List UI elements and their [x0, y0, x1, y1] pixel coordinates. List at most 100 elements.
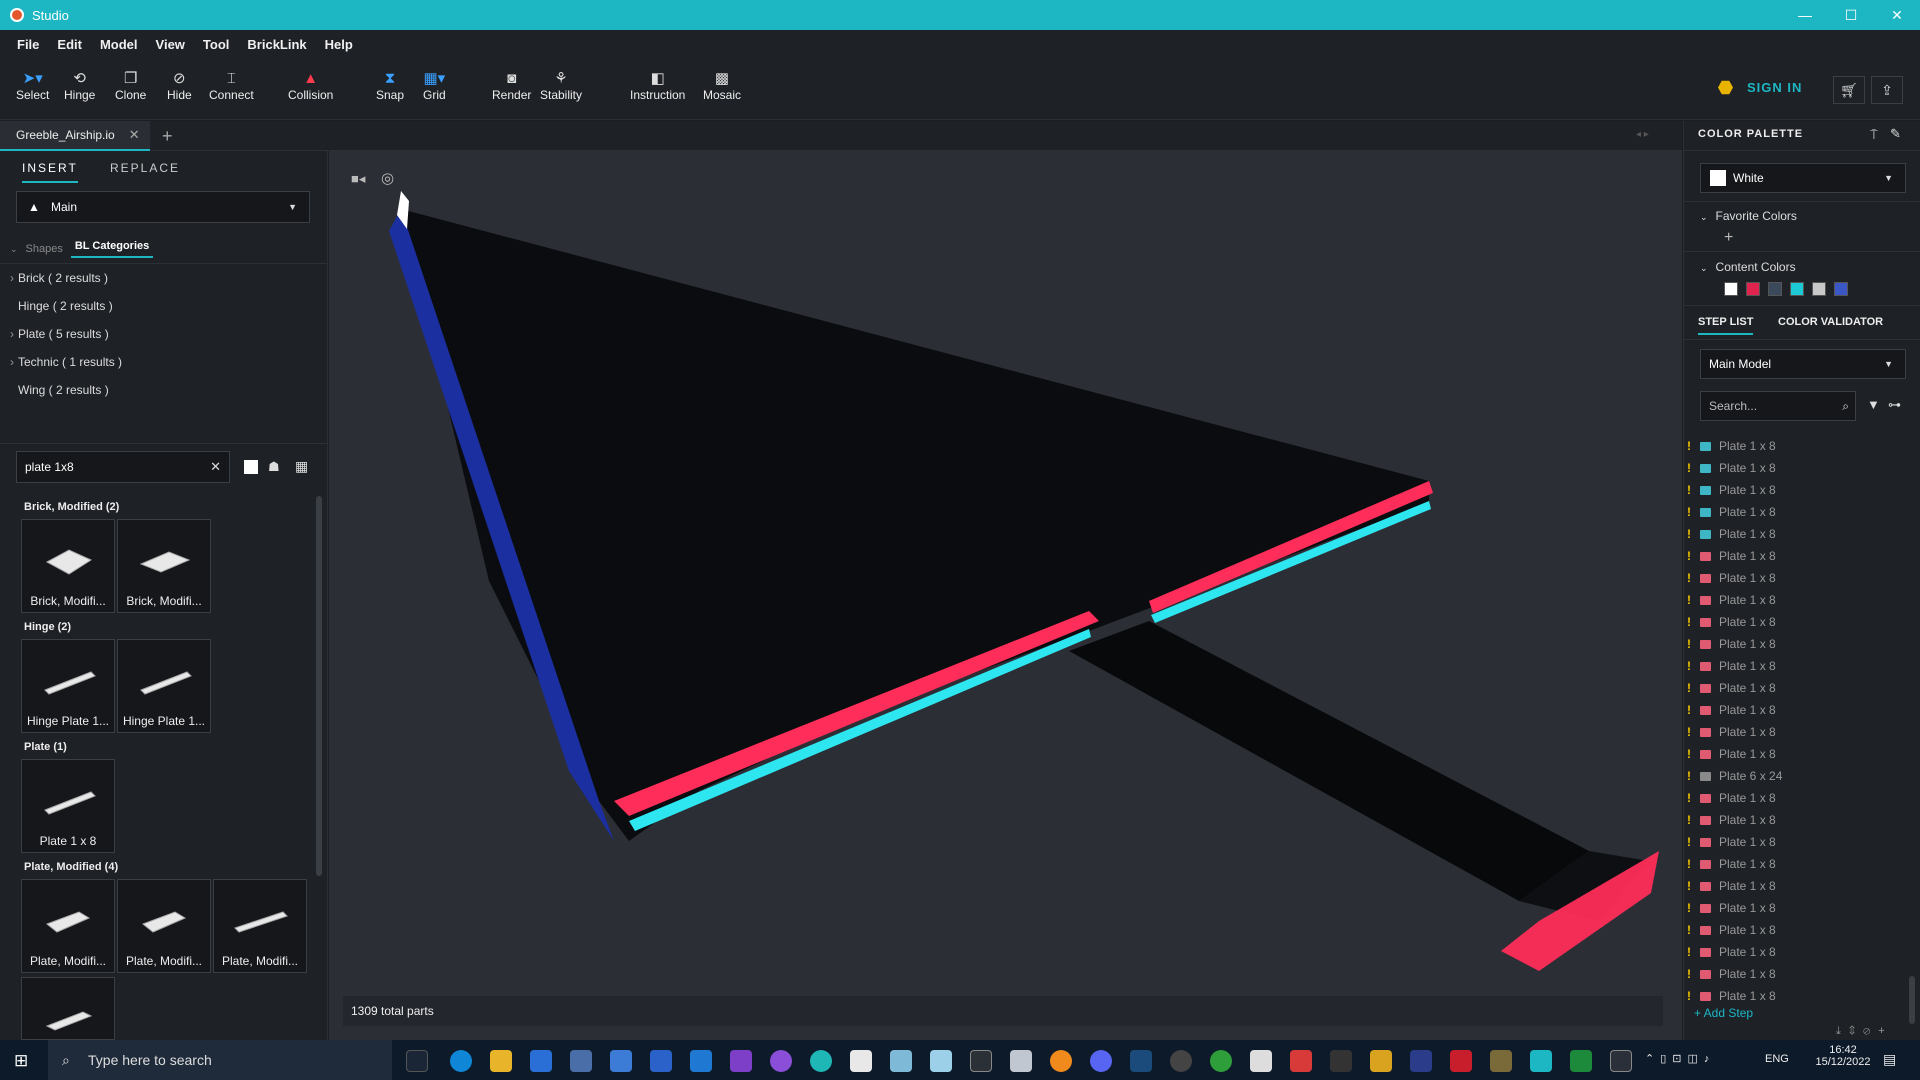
step-row[interactable]: ! Plate 1 x 8 [1684, 523, 1908, 545]
step-row[interactable]: ! Plate 1 x 8 [1684, 611, 1908, 633]
app-icon[interactable] [1290, 1050, 1312, 1072]
favorite-colors-header[interactable]: ⌄ Favorite Colors [1700, 209, 1797, 223]
taskbar-search-input[interactable]: ⌕ Type here to search [48, 1040, 392, 1080]
step-row[interactable]: ! Plate 1 x 8 [1684, 545, 1908, 567]
tab-step-list[interactable]: STEP LIST [1698, 316, 1754, 335]
app-icon[interactable] [1410, 1050, 1432, 1072]
app-icon[interactable] [650, 1050, 672, 1072]
add-favorite-icon[interactable]: + [1724, 229, 1733, 247]
app-icon[interactable] [570, 1050, 592, 1072]
edge-browser-icon[interactable] [450, 1050, 472, 1072]
close-tab-icon[interactable]: ✕ [129, 127, 140, 143]
tab-scroll-arrows-icon[interactable]: ◂ ▸ [1636, 129, 1649, 140]
app-icon[interactable] [1370, 1050, 1392, 1072]
minimize-button[interactable]: — [1782, 0, 1828, 30]
menu-help[interactable]: Help [325, 37, 353, 52]
language-indicator[interactable]: ENG [1765, 1053, 1789, 1065]
view-grid-icon[interactable]: ▦ [295, 458, 308, 475]
system-tray-icons[interactable]: ⌃▯⊡◫♪ [1645, 1052, 1715, 1065]
step-row[interactable]: ! Plate 1 x 8 [1684, 831, 1908, 853]
step-row[interactable]: ! Plate 1 x 8 [1684, 677, 1908, 699]
palette-select[interactable]: ▲ Main ▼ [16, 191, 310, 223]
collision-tool-button[interactable]: ▲ Collision [288, 70, 333, 102]
part-card[interactable]: Brick, Modifi... [117, 519, 211, 613]
part-card[interactable]: Plate 1 x 8 [21, 759, 115, 853]
vscode-icon[interactable] [690, 1050, 712, 1072]
clock[interactable]: 16:42 15/12/2022 [1808, 1044, 1878, 1068]
category-wing[interactable]: Wing ( 2 results ) [10, 383, 109, 397]
app-icon[interactable] [610, 1050, 632, 1072]
category-plate[interactable]: › Plate ( 5 results ) [10, 327, 109, 341]
app-icon[interactable] [1490, 1050, 1512, 1072]
step-row[interactable]: ! Plate 1 x 8 [1684, 963, 1908, 985]
content-color-swatch[interactable] [1768, 282, 1782, 296]
part-card[interactable]: Hinge Plate 1... [117, 639, 211, 733]
category-hinge[interactable]: Hinge ( 2 results ) [10, 299, 113, 313]
paint-roller-icon[interactable]: ⍑ [1870, 127, 1878, 143]
visual-studio-icon[interactable] [730, 1050, 752, 1072]
part-card[interactable]: Plate, Modifi... [213, 879, 307, 973]
app-icon[interactable] [1450, 1050, 1472, 1072]
content-color-swatch[interactable] [1746, 282, 1760, 296]
github-desktop-icon[interactable] [770, 1050, 792, 1072]
obs-icon[interactable] [1170, 1050, 1192, 1072]
step-row[interactable]: ! Plate 1 x 8 [1684, 435, 1908, 457]
stability-tool-button[interactable]: ⚘ Stability [540, 70, 582, 102]
tab-color-validator[interactable]: COLOR VALIDATOR [1778, 316, 1883, 328]
app-icon[interactable] [930, 1050, 952, 1072]
content-colors-header[interactable]: ⌄ Content Colors [1700, 260, 1796, 274]
step-row[interactable]: ! Plate 1 x 8 [1684, 875, 1908, 897]
add-tab-icon[interactable]: + [162, 126, 173, 147]
app-icon[interactable] [850, 1050, 872, 1072]
tab-replace[interactable]: REPLACE [110, 161, 180, 181]
blender-icon[interactable] [1050, 1050, 1072, 1072]
step-row[interactable]: ! Plate 1 x 8 [1684, 809, 1908, 831]
step-list-scrollbar[interactable] [1909, 976, 1915, 1024]
step-row[interactable]: ! Plate 1 x 8 [1684, 743, 1908, 765]
close-button[interactable]: ✕ [1874, 0, 1920, 30]
menu-model[interactable]: Model [100, 37, 138, 52]
category-technic[interactable]: › Technic ( 1 results ) [10, 355, 122, 369]
step-row[interactable]: ! Plate 1 x 8 [1684, 853, 1908, 875]
discord-icon[interactable] [1090, 1050, 1112, 1072]
part-card[interactable] [21, 977, 115, 1040]
grid-tool-button[interactable]: ▦▾ Grid [423, 70, 446, 102]
step-row[interactable]: ! Plate 1 x 8 [1684, 787, 1908, 809]
subtab-bl-categories[interactable]: BL Categories [70, 240, 154, 258]
unity-icon[interactable] [1250, 1050, 1272, 1072]
store-icon[interactable] [530, 1050, 552, 1072]
view-shape-icon[interactable]: ☗ [268, 459, 280, 475]
content-color-swatch[interactable] [1834, 282, 1848, 296]
arduino-icon[interactable] [810, 1050, 832, 1072]
menu-file[interactable]: File [17, 37, 39, 52]
instruction-tool-button[interactable]: ◧ Instruction [630, 70, 685, 102]
step-row[interactable]: ! Plate 1 x 8 [1684, 919, 1908, 941]
hide-tool-button[interactable]: ⊘ Hide [167, 70, 192, 102]
file-explorer-icon[interactable] [490, 1050, 512, 1072]
part-card[interactable]: Plate, Modifi... [117, 879, 211, 973]
menu-bricklink[interactable]: BrickLink [247, 37, 306, 52]
step-search-input[interactable]: Search... ⌕ [1700, 391, 1856, 421]
step-row[interactable]: ! Plate 1 x 8 [1684, 699, 1908, 721]
category-brick[interactable]: › Brick ( 2 results ) [10, 271, 108, 285]
menu-view[interactable]: View [156, 37, 185, 52]
subtab-shapes[interactable]: Shapes [26, 243, 63, 255]
step-row[interactable]: ! Plate 1 x 8 [1684, 941, 1908, 963]
content-color-swatch[interactable] [1812, 282, 1826, 296]
connect-tool-button[interactable]: ⌶ Connect [209, 70, 254, 102]
maximize-button[interactable]: ☐ [1828, 0, 1874, 30]
app-icon[interactable] [1010, 1050, 1032, 1072]
parts-scrollbar[interactable] [316, 496, 322, 876]
app-icon[interactable] [890, 1050, 912, 1072]
color-select[interactable]: White ▼ [1700, 163, 1906, 193]
step-row[interactable]: ! Plate 6 x 24 [1684, 765, 1908, 787]
terminal-icon[interactable] [970, 1050, 992, 1072]
add-step-button[interactable]: + Add Step [1694, 1006, 1753, 1020]
link-icon[interactable]: ⊶ [1888, 397, 1901, 413]
unity-hub-icon[interactable] [1610, 1050, 1632, 1072]
studio-taskbar-icon[interactable] [1530, 1050, 1552, 1072]
xbox-icon[interactable] [1210, 1050, 1232, 1072]
part-card[interactable]: Hinge Plate 1... [21, 639, 115, 733]
menu-tool[interactable]: Tool [203, 37, 229, 52]
step-row[interactable]: ! Plate 1 x 8 [1684, 897, 1908, 919]
